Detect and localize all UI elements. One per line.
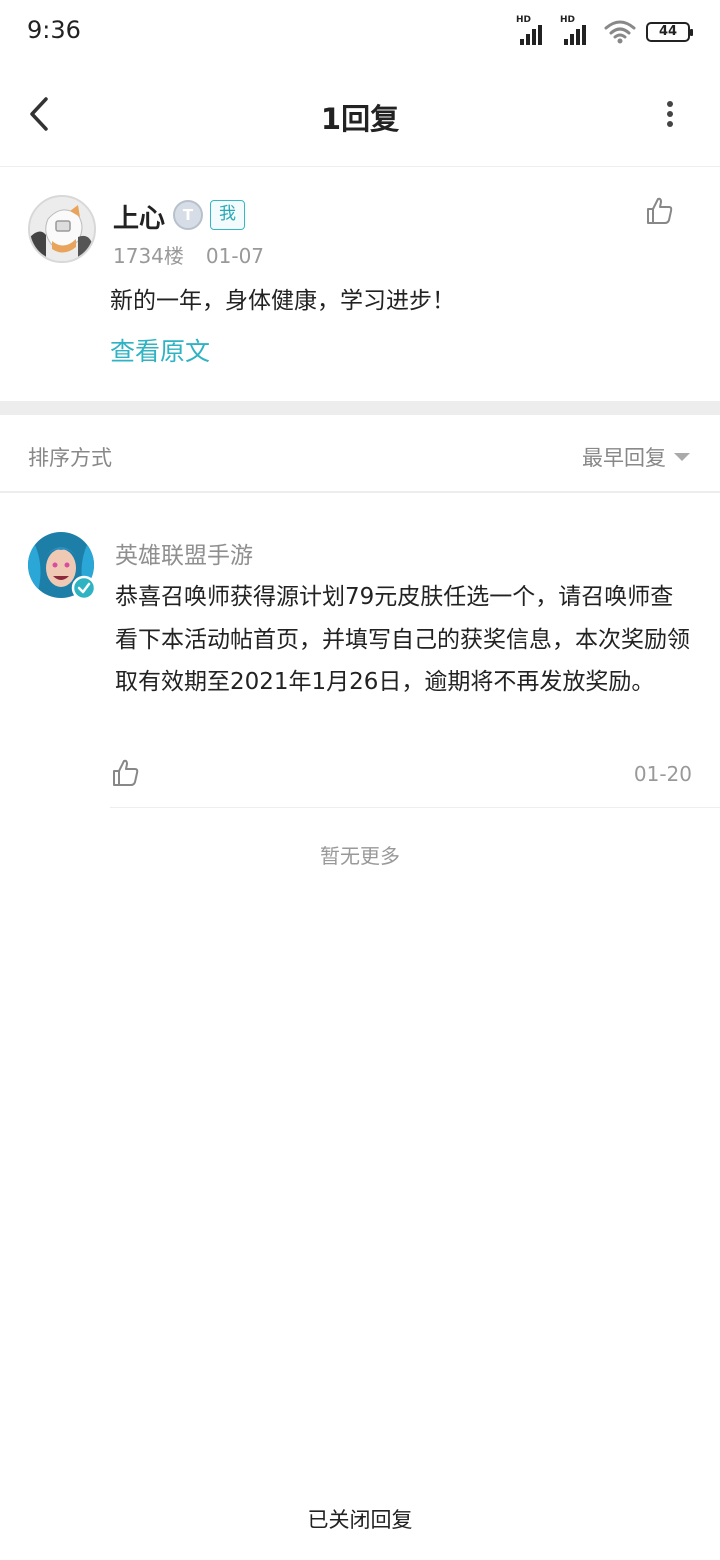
chevron-down-icon	[674, 453, 690, 461]
replies-closed-text: 已关闭回复	[307, 1508, 413, 1532]
hd-label: HD	[560, 15, 576, 25]
page-title: 1回复	[320, 102, 400, 136]
reply-date: 01-20	[633, 762, 692, 786]
champion-avatar-icon	[28, 532, 97, 601]
author-name[interactable]: 上心	[113, 198, 165, 235]
status-time: 9:36	[27, 16, 81, 44]
signal-icon: HD	[516, 15, 550, 45]
sort-label: 排序方式	[28, 446, 112, 470]
comment-text: 新的一年，身体健康，学习进步！	[110, 288, 455, 314]
more-options-icon[interactable]	[660, 100, 680, 128]
reply-author-name[interactable]: 英雄联盟手游	[115, 536, 253, 570]
thumbs-up-icon[interactable]	[644, 196, 674, 226]
avatar[interactable]	[28, 195, 96, 263]
sort-bar: 排序方式 最早回复	[0, 415, 720, 493]
status-bar: 9:36 HD HD 44	[0, 0, 720, 64]
original-comment: 上心 T 我 1734楼 01-07 新的一年，身体健康，学习进步！ 查看原文	[0, 168, 720, 401]
floor-number: 1734楼	[113, 244, 184, 268]
no-more-text: 暂无更多	[320, 844, 400, 868]
me-badge: 我	[210, 200, 245, 230]
thumbs-up-icon[interactable]	[110, 758, 140, 788]
header: 1回复	[0, 64, 720, 167]
post-date: 01-07	[205, 244, 265, 268]
view-original-link[interactable]: 查看原文	[110, 332, 210, 368]
sort-dropdown[interactable]: 最早回复	[582, 442, 690, 472]
reply-item: 英雄联盟手游 恭喜召唤师获得源计划79元皮肤任选一个，请召唤师查看下本活动帖首页…	[0, 494, 720, 808]
signal-icon: HD	[560, 15, 594, 45]
cat-avatar-icon	[30, 197, 94, 261]
level-badge: T	[173, 200, 203, 230]
status-icons: HD HD 44	[516, 15, 693, 46]
hd-label: HD	[516, 15, 532, 25]
section-divider	[0, 401, 720, 415]
sort-selected-value: 最早回复	[582, 446, 666, 470]
avatar[interactable]	[28, 532, 97, 601]
reply-text: 恭喜召唤师获得源计划79元皮肤任选一个，请召唤师查看下本活动帖首页，并填写自己的…	[115, 584, 690, 695]
divider	[110, 807, 720, 808]
wifi-icon	[604, 20, 636, 44]
battery-icon: 44	[646, 22, 693, 42]
post-meta: 1734楼 01-07	[113, 240, 264, 269]
